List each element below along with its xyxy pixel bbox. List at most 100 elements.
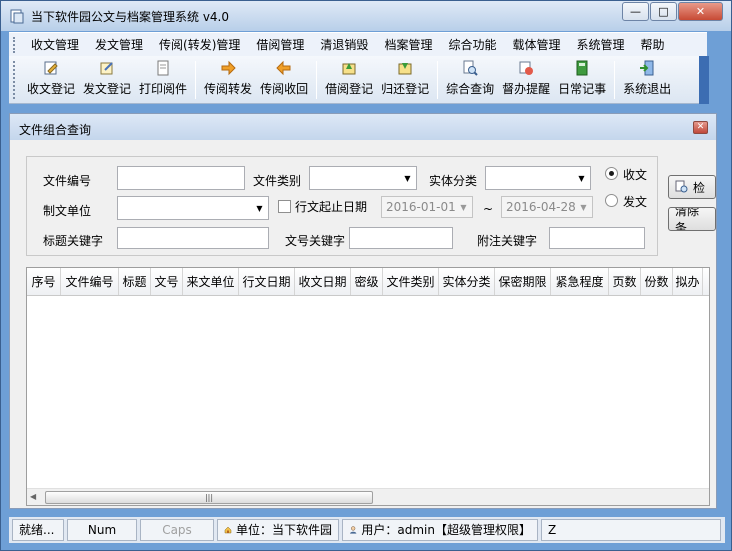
column-header[interactable]: 文件类别: [383, 268, 439, 295]
forward-arrow-icon: [221, 60, 236, 76]
menu-general[interactable]: 综合功能: [440, 34, 504, 56]
file-type-label: 文件类别: [253, 174, 302, 188]
search-doc-icon: [463, 60, 478, 76]
window-title: 当下软件园公文与档案管理系统 v4.0: [31, 10, 230, 24]
toolbar-separator: [195, 61, 197, 99]
column-header[interactable]: 文件编号: [61, 268, 119, 295]
horizontal-scrollbar[interactable]: ◀ |||: [27, 488, 709, 505]
search-button[interactable]: 检: [668, 175, 716, 199]
return-icon: [398, 63, 412, 75]
status-unit-text: 单位：当下软件园: [235, 523, 332, 537]
date-from-picker[interactable]: 2016-01-01 ▼: [381, 196, 473, 218]
toolbar-label: 系统退出: [623, 82, 672, 96]
app-icon: [10, 9, 24, 24]
query-child-window: 文件组合查询 ✕ 文件编号 文件类别 ▼ 实体分类 ▼ 制文单位 ▼ 行文起止日…: [9, 113, 717, 509]
column-header[interactable]: 序号: [27, 268, 61, 295]
close-icon: ✕: [695, 5, 706, 18]
receive-radio[interactable]: [605, 167, 618, 180]
column-header[interactable]: 标题: [119, 268, 151, 295]
search-button-label: 检: [693, 180, 706, 195]
filter-group: 文件编号 文件类别 ▼ 实体分类 ▼ 制文单位 ▼ 行文起止日期 2016-01…: [26, 156, 658, 256]
receive-register-button[interactable]: 收文登记: [23, 56, 79, 102]
doc-no-keyword-input[interactable]: [349, 227, 453, 249]
toolbar-separator: [437, 61, 439, 99]
exit-system-button[interactable]: 系统退出: [619, 56, 675, 102]
notebook-icon: [576, 60, 588, 76]
chevron-down-icon: ▼: [578, 173, 585, 183]
menu-circulate[interactable]: 传阅(转发)管理: [151, 34, 248, 56]
send-radio-label: 发文: [623, 195, 648, 209]
column-header[interactable]: 密级: [351, 268, 383, 295]
chevron-down-icon: ▼: [256, 203, 263, 213]
column-header[interactable]: 份数: [641, 268, 673, 295]
doc-no-keyword-label: 文号关键字: [285, 234, 346, 248]
status-num: Num: [67, 519, 137, 541]
scroll-thumb[interactable]: |||: [45, 491, 373, 504]
org-label: 制文单位: [43, 204, 92, 218]
scroll-left-icon[interactable]: ◀: [30, 492, 36, 501]
menu-send[interactable]: 发文管理: [87, 34, 151, 56]
general-query-button[interactable]: 综合查询: [442, 56, 498, 102]
table-header: 序号 文件编号 标题 文号 来文单位 行文日期 收文日期 密级 文件类别 实体分…: [27, 268, 709, 296]
circulate-forward-button[interactable]: 传阅转发: [200, 56, 256, 102]
menu-media[interactable]: 载体管理: [504, 34, 568, 56]
reminder-button[interactable]: 督办提醒: [498, 56, 554, 102]
reminder-icon: [519, 61, 534, 75]
close-button[interactable]: ✕: [678, 2, 723, 21]
column-header[interactable]: 行文日期: [239, 268, 295, 295]
column-header[interactable]: 实体分类: [439, 268, 495, 295]
menu-grip[interactable]: [13, 36, 17, 53]
edit-icon: [44, 61, 58, 75]
toolbar-label: 综合查询: [446, 82, 495, 96]
status-unit: 单位：当下软件园: [217, 519, 339, 541]
date-range-checkbox[interactable]: [278, 200, 291, 213]
file-no-input[interactable]: [117, 166, 245, 190]
column-header[interactable]: 紧急程度: [551, 268, 609, 295]
column-header[interactable]: 页数: [609, 268, 641, 295]
minimize-button[interactable]: —: [622, 2, 649, 21]
search-icon: [675, 180, 688, 193]
circulate-recall-button[interactable]: 传阅收回: [256, 56, 312, 102]
home-icon: [224, 526, 232, 534]
maximize-button[interactable]: □: [650, 2, 677, 21]
menu-receive[interactable]: 收文管理: [23, 34, 87, 56]
clear-button[interactable]: 清除条: [668, 207, 716, 231]
results-table[interactable]: 序号 文件编号 标题 文号 来文单位 行文日期 收文日期 密级 文件类别 实体分…: [26, 267, 710, 506]
title-keyword-input[interactable]: [117, 227, 269, 249]
toolbar-grip[interactable]: [13, 61, 17, 99]
date-tilde: ~: [483, 202, 494, 216]
menu-bar: 收文管理 发文管理 传阅(转发)管理 借阅管理 清退销毁 档案管理 综合功能 载…: [9, 32, 707, 56]
borrow-register-button[interactable]: 借阅登记: [321, 56, 377, 102]
status-user-text: 用户：admin【超级管理权限】: [361, 523, 531, 537]
menu-destroy[interactable]: 清退销毁: [312, 34, 376, 56]
file-type-select[interactable]: ▼: [309, 166, 417, 190]
print-doc-button[interactable]: 打印阅件: [135, 56, 191, 102]
file-no-label: 文件编号: [43, 174, 92, 188]
send-radio[interactable]: [605, 194, 618, 207]
status-extra: Z: [541, 519, 721, 541]
column-header[interactable]: 来文单位: [183, 268, 239, 295]
send-register-button[interactable]: 发文登记: [79, 56, 135, 102]
send-doc-icon: [100, 62, 113, 75]
main-window: 当下软件园公文与档案管理系统 v4.0 — □ ✕ 收文管理 发文管理 传阅(转…: [0, 0, 732, 551]
note-keyword-input[interactable]: [549, 227, 645, 249]
note-keyword-label: 附注关键字: [477, 234, 538, 248]
entity-type-select[interactable]: ▼: [485, 166, 591, 190]
column-header[interactable]: 拟办: [673, 268, 703, 295]
date-to-picker[interactable]: 2016-04-28 ▼: [501, 196, 593, 218]
column-header[interactable]: 保密期限: [495, 268, 551, 295]
chevron-down-icon: ▼: [460, 202, 467, 212]
child-window-title: 文件组合查询: [19, 123, 92, 137]
org-select[interactable]: ▼: [117, 196, 269, 220]
child-close-button[interactable]: ✕: [693, 121, 708, 134]
toolbar-separator: [614, 61, 616, 99]
toolbar-overflow-button[interactable]: [699, 56, 709, 104]
menu-help[interactable]: 帮助: [633, 34, 673, 56]
column-header[interactable]: 收文日期: [295, 268, 351, 295]
return-register-button[interactable]: 归还登记: [377, 56, 433, 102]
column-header[interactable]: 文号: [151, 268, 183, 295]
daily-notes-button[interactable]: 日常记事: [554, 56, 610, 102]
menu-archive[interactable]: 档案管理: [376, 34, 440, 56]
menu-system[interactable]: 系统管理: [568, 34, 632, 56]
menu-borrow[interactable]: 借阅管理: [248, 34, 312, 56]
